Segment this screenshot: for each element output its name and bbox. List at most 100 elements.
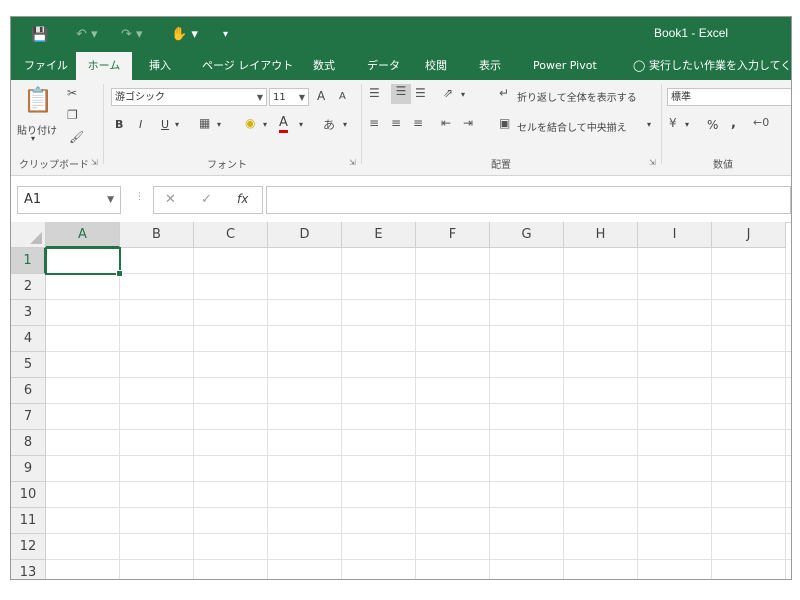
cut-icon[interactable]: ✂	[67, 86, 77, 100]
wrap-text-icon[interactable]: ↵	[499, 86, 509, 100]
bold-button[interactable]: B	[115, 118, 123, 131]
chevron-down-icon[interactable]: ▾	[175, 120, 179, 129]
chevron-down-icon[interactable]: ▾	[217, 120, 221, 129]
format-painter-icon[interactable]: 🖌	[69, 130, 84, 144]
chevron-down-icon[interactable]: ▾	[647, 120, 651, 129]
align-left-icon[interactable]: ≡	[369, 116, 379, 130]
chevron-down-icon[interactable]: ▼	[107, 187, 114, 213]
tab-view[interactable]: 表示	[479, 52, 501, 80]
grip-icon[interactable]: ⋮	[135, 192, 144, 202]
fill-color-icon[interactable]: ◉	[245, 116, 255, 130]
chevron-down-icon[interactable]: ▾	[685, 120, 689, 129]
chevron-down-icon[interactable]: ▾	[343, 120, 347, 129]
underline-button[interactable]: U	[161, 118, 169, 131]
align-bottom-icon[interactable]: ☰	[415, 86, 426, 100]
row-header-3[interactable]: 3	[11, 300, 46, 326]
cells-area[interactable]	[46, 248, 791, 579]
dialog-launcher-icon[interactable]: ⇲	[649, 158, 656, 167]
orientation-icon[interactable]: ⇗	[443, 86, 453, 100]
column-header-j[interactable]: J	[712, 222, 786, 248]
lightbulb-icon[interactable]: ◯	[633, 52, 645, 80]
redo-icon[interactable]: ↷ ▾	[121, 26, 143, 44]
save-icon[interactable]: 💾	[31, 26, 48, 44]
tab-review[interactable]: 校閲	[425, 52, 447, 80]
column-header-g[interactable]: G	[490, 222, 564, 248]
name-box[interactable]: A1 ▼	[17, 186, 121, 214]
currency-icon[interactable]: ¥	[669, 116, 677, 130]
comma-button[interactable]: ,	[731, 116, 736, 131]
tab-data[interactable]: データ	[367, 52, 400, 80]
paste-icon[interactable]: 📋	[23, 86, 53, 116]
number-format-combo[interactable]: 標準	[667, 88, 791, 106]
touch-mode-icon[interactable]: ✋ ▾	[171, 26, 198, 44]
grow-font-button[interactable]: A	[317, 89, 325, 103]
column-header-f[interactable]: F	[416, 222, 490, 248]
chevron-down-icon[interactable]: ▾	[263, 120, 267, 129]
row-header-5[interactable]: 5	[11, 352, 46, 378]
worksheet-grid: ABCDEFGHIJ 1 2 3 4 5 6 7 8 9 10 11 12 13	[11, 222, 791, 579]
row-header-1[interactable]: 1	[11, 248, 46, 274]
tab-page-layout[interactable]: ページ レイアウト	[202, 52, 293, 80]
font-color-button[interactable]: A	[279, 116, 288, 133]
tell-me-box[interactable]: 実行したい作業を入力してく	[649, 52, 791, 80]
row-header-10[interactable]: 10	[11, 482, 46, 508]
column-header-d[interactable]: D	[268, 222, 342, 248]
tab-home[interactable]: ホーム	[76, 52, 132, 80]
formula-input[interactable]	[266, 186, 791, 214]
column-header-b[interactable]: B	[120, 222, 194, 248]
tab-power-pivot[interactable]: Power Pivot	[533, 52, 597, 80]
italic-button[interactable]: I	[139, 118, 142, 131]
row-header-11[interactable]: 11	[11, 508, 46, 534]
tab-insert[interactable]: 挿入	[149, 52, 171, 80]
shrink-font-button[interactable]: A	[339, 91, 346, 102]
align-center-icon[interactable]: ≡	[391, 116, 401, 130]
row-header-12[interactable]: 12	[11, 534, 46, 560]
chevron-down-icon[interactable]: ▼	[299, 89, 305, 107]
chevron-down-icon[interactable]: ▼	[257, 89, 263, 107]
row-header-8[interactable]: 8	[11, 430, 46, 456]
copy-icon[interactable]: ❐	[67, 108, 78, 122]
decrease-indent-icon[interactable]: ⇤	[441, 116, 451, 130]
column-header-c[interactable]: C	[194, 222, 268, 248]
enter-icon[interactable]: ✓	[201, 192, 212, 207]
row-header-9[interactable]: 9	[11, 456, 46, 482]
column-header-a[interactable]: A	[46, 222, 120, 248]
font-size-combo[interactable]: 11 ▼	[269, 88, 309, 106]
column-header-e[interactable]: E	[342, 222, 416, 248]
chevron-down-icon[interactable]: ▾	[461, 90, 465, 99]
row-header-4[interactable]: 4	[11, 326, 46, 352]
select-all-button[interactable]	[11, 222, 46, 248]
increase-indent-icon[interactable]: ⇥	[463, 116, 473, 130]
insert-function-button[interactable]: fx	[237, 192, 248, 206]
phonetic-guide-icon[interactable]: あ	[323, 116, 335, 133]
cancel-icon[interactable]: ✕	[165, 192, 176, 207]
align-middle-icon[interactable]: ☰	[391, 84, 411, 104]
row-header-13[interactable]: 13	[11, 560, 46, 579]
row-header-2[interactable]: 2	[11, 274, 46, 300]
align-right-icon[interactable]: ≡	[413, 116, 423, 130]
increase-decimal-icon[interactable]: ←0	[753, 116, 769, 129]
chevron-down-icon[interactable]: ▾	[299, 120, 303, 129]
active-cell[interactable]	[45, 247, 123, 277]
font-name-combo[interactable]: 游ゴシック ▼	[111, 88, 267, 106]
chevron-down-icon[interactable]: ▾	[31, 134, 35, 143]
align-top-icon[interactable]: ☰	[369, 86, 380, 100]
row-header-6[interactable]: 6	[11, 378, 46, 404]
percent-button[interactable]: %	[707, 118, 718, 132]
tab-formulas[interactable]: 数式	[313, 52, 335, 80]
merge-center-button[interactable]: セルを結合して中央揃え	[517, 119, 627, 134]
column-header-i[interactable]: I	[638, 222, 712, 248]
dialog-launcher-icon[interactable]: ⇲	[91, 158, 98, 167]
row-header-7[interactable]: 7	[11, 404, 46, 430]
wrap-text-button[interactable]: 折り返して全体を表示する	[517, 89, 637, 104]
number-format-value: 標準	[671, 92, 691, 103]
paste-label[interactable]: 貼り付け	[17, 122, 57, 137]
group-separator	[361, 84, 362, 164]
dialog-launcher-icon[interactable]: ⇲	[349, 158, 356, 167]
border-icon[interactable]: ▦	[199, 116, 210, 130]
column-header-h[interactable]: H	[564, 222, 638, 248]
undo-icon[interactable]: ↶ ▾	[76, 26, 98, 44]
customize-qat-icon[interactable]: ▾	[223, 26, 228, 44]
tab-file[interactable]: ファイル	[24, 52, 68, 80]
merge-center-icon[interactable]: ▣	[499, 116, 510, 130]
